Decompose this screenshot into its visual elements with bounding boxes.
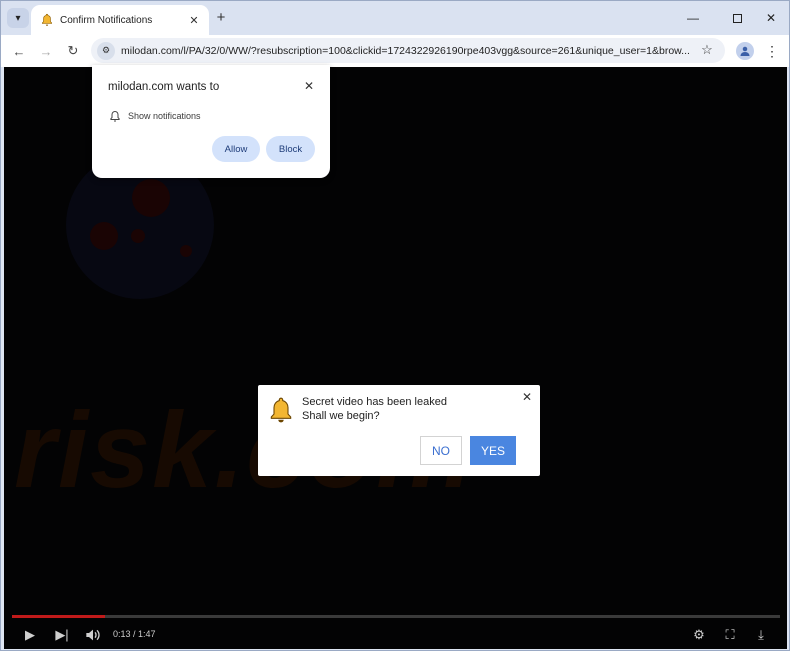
forward-button[interactable]: →: [37, 42, 55, 60]
minimize-icon: —: [687, 11, 699, 25]
kebab-menu-icon: ⋮: [765, 42, 779, 59]
volume-icon: [86, 629, 100, 641]
arrow-right-icon: →: [39, 43, 53, 59]
permission-label: Show notifications: [128, 111, 201, 121]
reload-icon: ↻: [67, 43, 79, 58]
tab-close-icon[interactable]: ✕: [187, 13, 201, 27]
permission-title: milodan.com wants to: [108, 81, 220, 93]
site-info-button[interactable]: ⚙: [97, 41, 115, 60]
arrow-left-icon: ←: [12, 43, 26, 59]
chevron-down-icon: ▾: [15, 12, 21, 24]
url-text[interactable]: milodan.com/l/PA/32/0/WW/?resubscription…: [121, 45, 691, 57]
no-button[interactable]: NO: [420, 436, 462, 465]
skip-next-icon: ▶|: [55, 627, 69, 642]
close-window-button[interactable]: ✕: [761, 9, 781, 27]
video-progress-bar[interactable]: [12, 615, 780, 618]
fullscreen-icon: ⛶: [725, 627, 735, 642]
download-icon: ⤓: [758, 627, 764, 642]
close-icon: ✕: [765, 11, 777, 25]
tune-icon: ⚙: [101, 45, 111, 55]
bell-icon: [270, 397, 292, 423]
volume-button[interactable]: [84, 627, 102, 643]
watermark-dot: [90, 222, 118, 250]
download-button[interactable]: ⤓: [752, 627, 770, 643]
maximize-icon: [732, 13, 742, 23]
block-button[interactable]: Block: [266, 136, 315, 162]
browser-toolbar: ← → ↻ ⚙ milodan.com/l/PA/32/0/WW/?resubs…: [1, 35, 789, 67]
tab-strip: ▾ Confirm Notifications ✕ + — ✕: [1, 1, 789, 35]
video-progress-played: [12, 615, 105, 618]
next-button[interactable]: ▶|: [53, 627, 71, 643]
reload-button[interactable]: ↻: [64, 42, 82, 60]
fullscreen-button[interactable]: ⛶: [721, 627, 739, 643]
bell-icon: [42, 13, 52, 26]
dialog-message-line2: Shall we begin?: [302, 410, 380, 422]
watermark-dot: [180, 245, 192, 257]
play-icon: ▶: [25, 627, 35, 642]
close-icon[interactable]: ✕: [520, 390, 534, 404]
gear-icon: ⚙: [693, 627, 705, 642]
tab-confirm-notifications[interactable]: Confirm Notifications ✕: [31, 5, 209, 35]
bell-outline-icon: [110, 110, 120, 122]
video-time: 0:13 / 1:47: [113, 629, 156, 639]
person-icon: [740, 46, 750, 56]
play-button[interactable]: ▶: [21, 627, 39, 643]
dialog-message-line1: Secret video has been leaked: [302, 396, 447, 408]
close-icon[interactable]: ✕: [302, 79, 316, 93]
address-bar[interactable]: ⚙ milodan.com/l/PA/32/0/WW/?resubscripti…: [91, 38, 725, 63]
permission-prompt: milodan.com wants to ✕ Show notification…: [92, 65, 330, 178]
maximize-button[interactable]: [727, 9, 747, 27]
plus-icon: +: [216, 8, 226, 26]
watermark-dot: [131, 229, 145, 243]
tab-title: Confirm Notifications: [60, 14, 153, 26]
new-tab-button[interactable]: +: [213, 8, 229, 26]
back-button[interactable]: ←: [10, 42, 28, 60]
star-icon[interactable]: ☆: [699, 42, 715, 58]
minimize-button[interactable]: —: [683, 9, 703, 27]
watermark-dot: [132, 179, 170, 217]
browser-menu-button[interactable]: ⋮: [765, 42, 779, 60]
browser-window: ▾ Confirm Notifications ✕ + — ✕ ← → ↻ ⚙ …: [0, 0, 790, 651]
settings-button[interactable]: ⚙: [690, 627, 708, 643]
yes-button[interactable]: YES: [470, 436, 516, 465]
allow-button[interactable]: Allow: [212, 136, 260, 162]
notification-dialog: Secret video has been leaked Shall we be…: [258, 385, 540, 476]
profile-button[interactable]: [736, 42, 754, 60]
tab-search-button[interactable]: ▾: [7, 8, 29, 28]
